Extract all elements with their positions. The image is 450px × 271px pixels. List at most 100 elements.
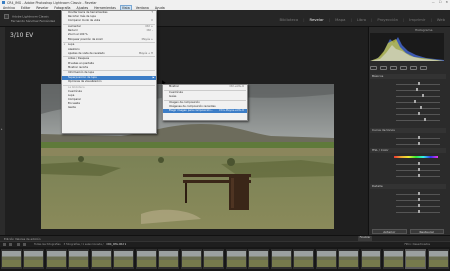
slider-row[interactable] [372, 198, 444, 202]
menu-item[interactable]: Mostrar recorte [62, 66, 156, 70]
filmstrip-filter[interactable]: Filtro: Desactivados [405, 243, 430, 246]
menu-editar[interactable]: Editar [20, 6, 31, 10]
menu-item[interactable]: Gente [62, 106, 156, 110]
slider-row[interactable] [372, 136, 444, 140]
filmstrip-thumbnail[interactable] [23, 249, 45, 269]
filmstrip-thumbnail[interactable] [338, 249, 359, 269]
filmstrip-thumbnail[interactable] [225, 249, 247, 269]
module-biblioteca[interactable]: Biblioteca [279, 17, 298, 22]
filmstrip-thumbnail[interactable] [203, 249, 225, 269]
filmstrip-thumbnail[interactable] [382, 249, 404, 269]
filmstrip-thumbnail[interactable] [427, 249, 449, 269]
window-title: CR4_IMG - Adobe Photoshop Lightroom Clas… [7, 0, 97, 5]
slider-row[interactable] [372, 106, 444, 110]
filmstrip-thumbnail[interactable] [360, 249, 382, 269]
grid-view-icon[interactable] [3, 243, 6, 246]
crop-tool-icon[interactable] [370, 66, 377, 70]
filmstrip-thumbnail[interactable] [293, 249, 315, 269]
filmstrip-thumbnail[interactable] [270, 249, 292, 269]
filmstrip-path[interactable]: Todas las fotografías [34, 243, 61, 246]
menu-item[interactable]: Mostrar Ctrl+Alt+O [163, 85, 247, 89]
slider-row[interactable] [372, 162, 444, 166]
slider-row[interactable] [372, 94, 444, 98]
menu-ajustes[interactable]: Ajustes [76, 6, 90, 10]
filmstrip-thumbnail[interactable] [68, 249, 90, 269]
menu-item[interactable]: Bloquear posición de zoom Mayús + [62, 38, 156, 42]
menu-item-label: Aumentar [68, 25, 81, 29]
slider-row[interactable] [372, 82, 444, 86]
reset-button[interactable]: Restaurar [409, 229, 444, 234]
filmstrip-thumbnail[interactable] [158, 249, 180, 269]
menu-item[interactable]: Guías [163, 95, 247, 99]
loupe-overlay-submenu: Mostrar Ctrl+Alt+O Cuadrícula Guías Imagen d… [162, 84, 248, 121]
slider-row[interactable] [372, 112, 444, 116]
filmstrip-thumbnail[interactable] [248, 249, 270, 269]
slider-row[interactable] [372, 100, 444, 104]
module-libro[interactable]: Libro [357, 17, 366, 22]
menu-item-label: Comparar modo de vista [68, 19, 101, 23]
previous-button[interactable]: Anterior [372, 229, 407, 234]
menu-archivo[interactable]: Archivo [2, 6, 16, 10]
slider-row[interactable] [372, 174, 444, 178]
slider-row[interactable] [372, 142, 444, 146]
thumbnail-image [271, 251, 291, 267]
menu-item-label: Cuadrícula [68, 89, 82, 93]
brush-tool-icon[interactable] [420, 66, 427, 70]
ev-label: 3/10 EV [10, 32, 34, 39]
filmstrip-thumbnail[interactable] [113, 249, 135, 269]
menu-item-shortcut: Mayús + [141, 37, 153, 41]
thumbnail-image [69, 251, 89, 267]
menu-item[interactable]: Elegir imagen para composición... Ctrl+Ma… [163, 108, 247, 114]
redeye-tool-icon[interactable] [390, 66, 397, 70]
thumbnail-image [294, 251, 314, 267]
slider-row[interactable] [372, 192, 444, 196]
panel-header-hsl[interactable]: HSL / Color [370, 148, 446, 153]
panel-header-detalle[interactable]: Detalle [370, 184, 446, 189]
filmstrip-thumbnail[interactable] [1, 249, 22, 269]
menu-item[interactable]: Ajustes de vista de revelado Mayús + H [62, 52, 156, 56]
histogram-title: Histograma [415, 28, 433, 32]
filmstrip-thumbnail[interactable] [45, 249, 67, 269]
menu-item-label: La biblioteca [68, 85, 85, 89]
menu-item-label: Antes / Después [68, 57, 90, 61]
panel-header-basicos[interactable]: Básicos [370, 74, 446, 79]
menu-herramientas[interactable]: Herramientas [93, 6, 117, 10]
secondary-display-icon[interactable] [9, 243, 12, 246]
module-proyeccion[interactable]: Proyección [377, 17, 398, 22]
slider-row[interactable] [372, 168, 444, 172]
filmstrip-thumbnail[interactable] [405, 249, 427, 269]
spot-removal-tool-icon[interactable] [380, 66, 387, 70]
panel-header-curva[interactable]: Curva de tonos [370, 128, 446, 133]
menu-vista[interactable]: Vista [119, 4, 132, 11]
module-web[interactable]: Web [437, 17, 445, 22]
menu-revelar[interactable]: Revelar [35, 6, 49, 10]
module-revelar[interactable]: Revelar [309, 17, 323, 22]
filmstrip-thumbnail[interactable] [180, 249, 202, 269]
menu-item-label: Imágenes de composición recientes [169, 104, 216, 108]
module-mapa[interactable]: Mapa [335, 17, 345, 22]
menu-ayuda[interactable]: Ayuda [154, 6, 166, 10]
thumbnail-image [46, 251, 66, 267]
slider-row[interactable] [372, 88, 444, 92]
menu-item[interactable]: Opciones de visualización [62, 80, 156, 84]
menu-item-label: Imagen de composición [169, 100, 200, 104]
filmstrip-file[interactable]: CR4_IMG.CR2 ▾ [106, 243, 126, 246]
filmstrip-thumbnail[interactable] [135, 249, 157, 269]
filmstrip-thumbnail[interactable] [315, 249, 337, 269]
forward-arrow-icon[interactable] [23, 243, 26, 246]
menu-item[interactable]: Comparar modo de vista C [62, 19, 156, 23]
identity-line1: Adobe Lightroom Classic [11, 14, 49, 19]
expand-left-panel-icon[interactable]: ▸ [1, 127, 3, 131]
slider-row[interactable] [372, 118, 444, 122]
radial-filter-icon[interactable] [410, 66, 417, 70]
back-arrow-icon[interactable] [17, 243, 20, 246]
filmstrip-thumbnail[interactable] [90, 249, 112, 269]
finish-button[interactable]: Finalizar [358, 236, 372, 241]
module-imprimir[interactable]: Imprimir [409, 17, 425, 22]
slider-row[interactable] [372, 204, 444, 208]
graduated-filter-icon[interactable] [400, 66, 407, 70]
menu-fotografia[interactable]: Fotografía [53, 6, 71, 10]
slider-row[interactable] [372, 210, 444, 214]
menu-ventana[interactable]: Ventana [135, 6, 150, 10]
thumbnail-image [249, 251, 269, 267]
